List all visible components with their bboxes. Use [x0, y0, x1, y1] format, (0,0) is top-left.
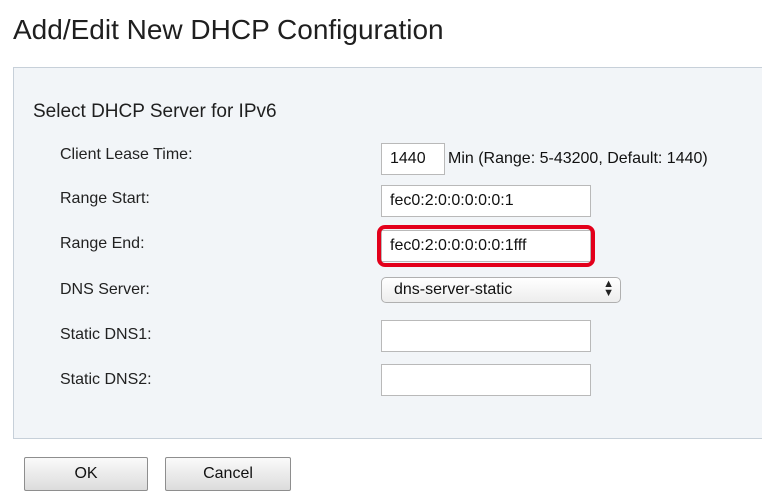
- range-end-label: Range End:: [60, 235, 145, 252]
- static-dns2-input[interactable]: [381, 364, 591, 396]
- select-arrows-icon: ▲ ▼: [603, 278, 614, 299]
- range-start-label: Range Start:: [60, 190, 150, 207]
- client-lease-time-input[interactable]: 1440: [381, 143, 445, 175]
- range-end-highlight: [377, 225, 595, 267]
- range-start-input[interactable]: fec0:2:0:0:0:0:0:1: [381, 185, 591, 217]
- client-lease-time-label: Client Lease Time:: [60, 146, 193, 163]
- dns-server-select[interactable]: dns-server-static ▲ ▼: [381, 277, 621, 303]
- dns-server-selected-value: dns-server-static: [394, 281, 513, 298]
- static-dns1-input[interactable]: [381, 320, 591, 352]
- client-lease-time-note: Min (Range: 5-43200, Default: 1440): [448, 150, 708, 167]
- dns-server-label: DNS Server:: [60, 281, 150, 298]
- static-dns2-label: Static DNS2:: [60, 371, 152, 388]
- ok-button[interactable]: OK: [24, 457, 148, 491]
- page-title: Add/Edit New DHCP Configuration: [13, 14, 444, 45]
- section-title: Select DHCP Server for IPv6: [33, 101, 277, 122]
- static-dns1-label: Static DNS1:: [60, 326, 152, 343]
- cancel-button[interactable]: Cancel: [165, 457, 291, 491]
